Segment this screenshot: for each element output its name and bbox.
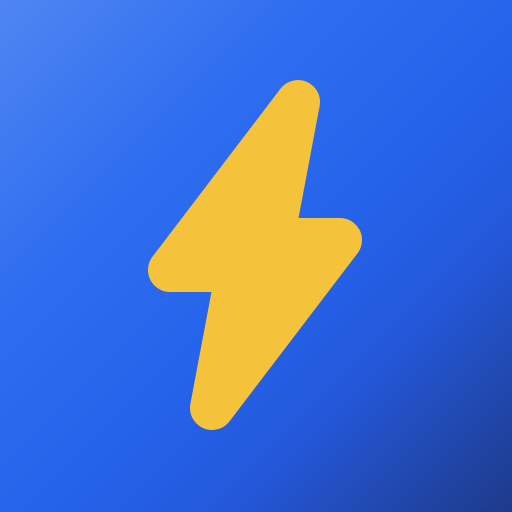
lightning-bolt-icon — [148, 80, 362, 430]
app-icon-background — [0, 0, 512, 512]
lightning-bolt-shape — [148, 80, 362, 430]
